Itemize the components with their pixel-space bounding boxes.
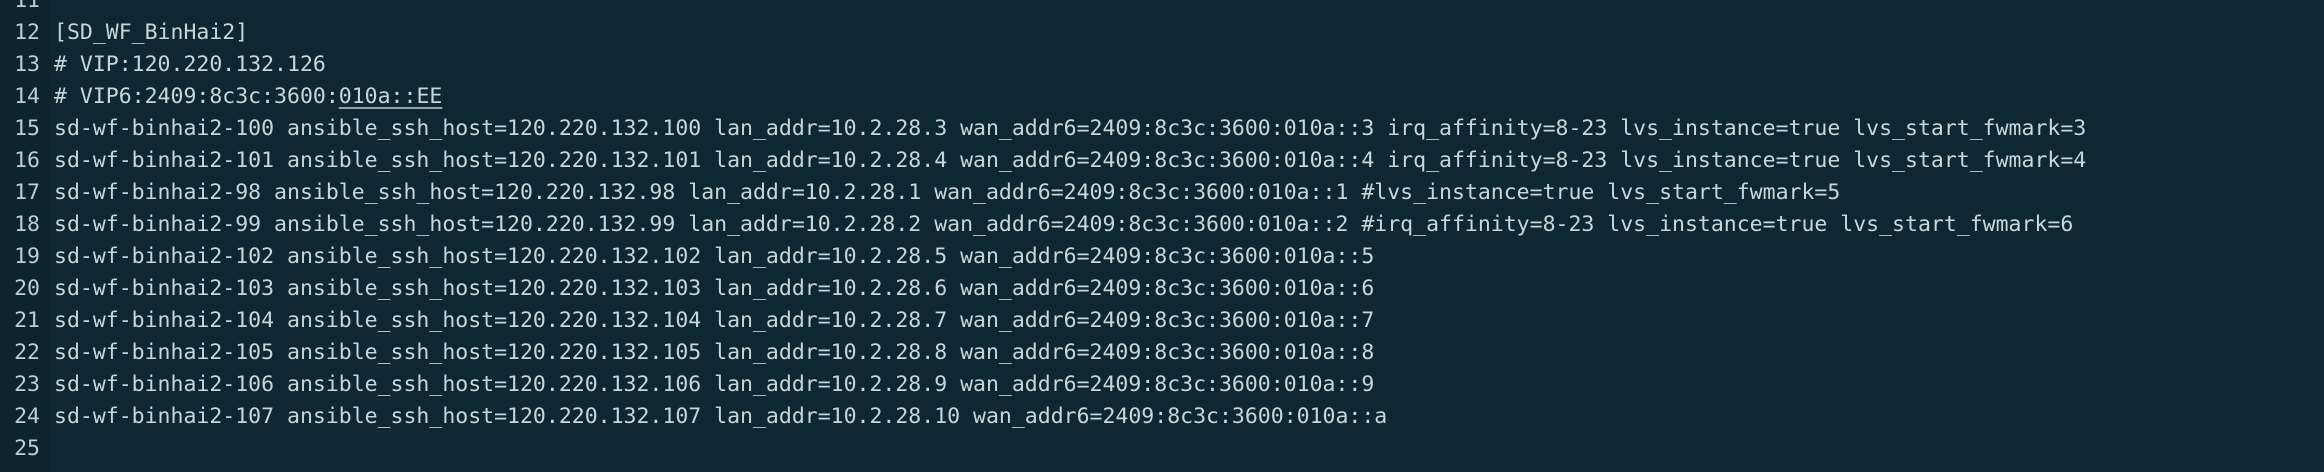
line-number: 18 [14,211,40,237]
code-editor[interactable]: 11 12 [SD_WF_BinHai2] 13 # VIP:120.220.1… [0,0,2324,472]
editor-line[interactable]: 14 # VIP6:2409:8c3c:3600:010a::EE [0,80,2324,112]
line-text: sd-wf-binhai2-99 ansible_ssh_host=120.22… [54,211,2074,237]
line-number: 20 [14,275,40,301]
editor-line[interactable]: 21 sd-wf-binhai2-104 ansible_ssh_host=12… [0,304,2324,336]
editor-line[interactable]: 17 sd-wf-binhai2-98 ansible_ssh_host=120… [0,176,2324,208]
editor-line[interactable]: 22 sd-wf-binhai2-105 ansible_ssh_host=12… [0,336,2324,368]
editor-line[interactable]: 20 sd-wf-binhai2-103 ansible_ssh_host=12… [0,272,2324,304]
editor-line[interactable]: 12 [SD_WF_BinHai2] [0,16,2324,48]
line-text: sd-wf-binhai2-106 ansible_ssh_host=120.2… [54,371,1375,397]
line-number: 23 [14,371,40,397]
editor-line[interactable]: 18 sd-wf-binhai2-99 ansible_ssh_host=120… [0,208,2324,240]
line-number: 17 [14,179,40,205]
line-number: 12 [14,19,40,45]
editor-line[interactable]: 24 sd-wf-binhai2-107 ansible_ssh_host=12… [0,400,2324,432]
line-text: sd-wf-binhai2-107 ansible_ssh_host=120.2… [54,403,1388,429]
line-text: [SD_WF_BinHai2] [54,19,249,45]
line-text: sd-wf-binhai2-98 ansible_ssh_host=120.22… [54,179,1841,205]
editor-line[interactable]: 23 sd-wf-binhai2-106 ansible_ssh_host=12… [0,368,2324,400]
editor-line[interactable]: 15 sd-wf-binhai2-100 ansible_ssh_host=12… [0,112,2324,144]
editor-line[interactable]: 16 sd-wf-binhai2-101 ansible_ssh_host=12… [0,144,2324,176]
line-text: sd-wf-binhai2-104 ansible_ssh_host=120.2… [54,307,1375,333]
line-number: 24 [14,403,40,429]
line-text: sd-wf-binhai2-103 ansible_ssh_host=120.2… [54,275,1375,301]
line-text: sd-wf-binhai2-105 ansible_ssh_host=120.2… [54,339,1375,365]
line-text: sd-wf-binhai2-102 ansible_ssh_host=120.2… [54,243,1375,269]
line-number: 25 [14,435,40,461]
line-text: # VIP6:2409:8c3c:3600:010a::EE [54,84,442,109]
line-number: 22 [14,339,40,365]
line-text: sd-wf-binhai2-100 ansible_ssh_host=120.2… [54,115,2087,141]
editor-lines: 11 12 [SD_WF_BinHai2] 13 # VIP:120.220.1… [0,0,2324,464]
underlined-text: 010a::EE [338,83,443,109]
line-number: 16 [14,147,40,173]
line-number: 14 [14,83,40,109]
line-number: 13 [14,51,40,77]
line-number: 21 [14,307,40,333]
editor-line[interactable]: 25 [0,432,2324,464]
line-text: # VIP:120.220.132.126 [54,51,326,77]
line-text: sd-wf-binhai2-101 ansible_ssh_host=120.2… [54,147,2087,173]
editor-line[interactable]: 13 # VIP:120.220.132.126 [0,48,2324,80]
editor-line[interactable]: 11 [0,0,2324,16]
editor-line[interactable]: 19 sd-wf-binhai2-102 ansible_ssh_host=12… [0,240,2324,272]
line-number: 11 [14,0,40,13]
line-text-part: # VIP6:2409:8c3c:3600: [54,83,339,109]
line-number: 19 [14,243,40,269]
line-number: 15 [14,115,40,141]
